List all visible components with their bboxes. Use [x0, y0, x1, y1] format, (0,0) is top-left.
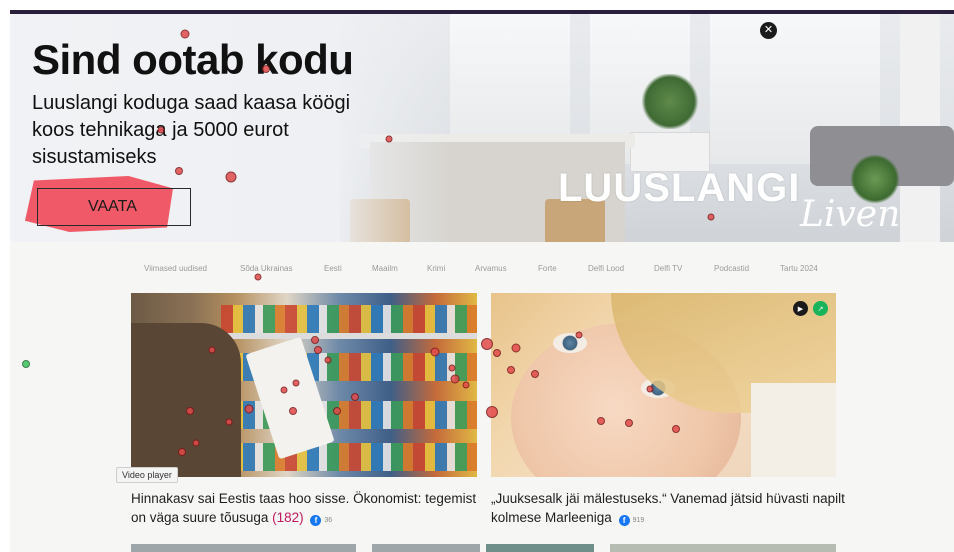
gaze-marker — [625, 419, 633, 427]
gaze-marker — [175, 167, 183, 175]
video-player-tooltip: Video player — [116, 467, 178, 483]
nav-item-podcastid[interactable]: Podcastid — [714, 264, 749, 273]
gaze-marker — [208, 346, 216, 354]
gaze-marker — [225, 418, 233, 426]
trending-icon[interactable]: ↗ — [813, 301, 828, 316]
gaze-marker — [462, 381, 470, 389]
product-row — [221, 401, 477, 429]
product-row — [221, 305, 477, 333]
gaze-marker — [262, 65, 270, 73]
product-row — [221, 443, 477, 471]
article-title[interactable]: Hinnakasv sai Eestis taas hoo sisse. Öko… — [131, 491, 476, 525]
gaze-marker — [575, 331, 583, 339]
gaze-marker — [186, 407, 194, 415]
gaze-marker — [493, 349, 501, 357]
brand-logo-script: Liven — [800, 194, 901, 235]
gaze-marker — [646, 385, 654, 393]
gaze-marker-current — [22, 360, 30, 368]
news-page: Viimased uudised Sõda Ukrainas Eesti Maa… — [10, 242, 954, 552]
shelf — [221, 333, 477, 339]
gaze-marker — [481, 338, 493, 350]
gaze-marker — [385, 135, 393, 143]
gaze-marker — [192, 439, 200, 447]
article-title[interactable]: „Juuksesalk jäi mälestuseks.“ Vanemad jä… — [491, 491, 845, 525]
gaze-marker — [180, 29, 190, 39]
article-thumbnail[interactable] — [610, 544, 836, 552]
nav-item-viimased-uudised[interactable]: Viimased uudised — [144, 264, 207, 273]
gaze-marker — [450, 374, 460, 384]
comment-count[interactable]: (182) — [272, 510, 304, 525]
gaze-marker — [351, 393, 359, 401]
gaze-marker — [707, 213, 715, 221]
play-icon[interactable]: ▶ — [793, 301, 808, 316]
nav-item-maailm[interactable]: Maailm — [372, 264, 398, 273]
vaata-button[interactable]: VAATA — [37, 188, 191, 226]
gaze-marker — [292, 379, 300, 387]
article-image-child[interactable] — [491, 293, 836, 477]
article-headline[interactable]: Hinnakasv sai Eestis taas hoo sisse. Öko… — [131, 489, 481, 530]
gaze-marker — [311, 336, 319, 344]
gaze-marker — [430, 347, 440, 357]
gaze-marker — [157, 126, 165, 134]
facebook-icon: f — [310, 515, 322, 526]
gaze-marker — [178, 448, 186, 456]
nav-item-arvamus[interactable]: Arvamus — [475, 264, 507, 273]
nav-item-krimi[interactable]: Krimi — [427, 264, 445, 273]
gaze-marker — [333, 407, 341, 415]
article-thumbnail[interactable] — [486, 544, 594, 552]
nav-item-tartu-2024[interactable]: Tartu 2024 — [780, 264, 818, 273]
plant — [640, 74, 700, 129]
facebook-share-count: 919 — [632, 517, 645, 524]
gaze-marker — [511, 343, 521, 353]
pillow — [751, 383, 836, 477]
gaze-marker — [314, 346, 322, 354]
gaze-marker — [448, 364, 456, 372]
close-icon[interactable]: ✕ — [760, 22, 777, 39]
coat-sleeve — [131, 323, 241, 477]
nav-item-delfi-tv[interactable]: Delfi TV — [654, 264, 682, 273]
banner-headline: Sind ootab kodu — [32, 36, 354, 83]
gaze-marker — [531, 370, 539, 378]
gaze-marker — [597, 417, 605, 425]
gaze-marker — [486, 406, 498, 418]
gaze-marker — [254, 273, 262, 281]
article-headline[interactable]: „Juuksesalk jäi mälestuseks.“ Vanemad jä… — [491, 489, 851, 530]
gaze-marker — [289, 407, 297, 415]
gaze-marker — [280, 386, 288, 394]
gaze-marker — [244, 404, 254, 414]
gaze-marker — [507, 366, 515, 374]
gaze-marker — [225, 171, 237, 183]
nav-item-soda-ukrainas[interactable]: Sõda Ukrainas — [240, 264, 292, 273]
banner-subtext: Luuslangi koduga saad kaasa köögi koos t… — [32, 92, 351, 168]
facebook-icon: f — [618, 515, 630, 526]
nav-item-forte[interactable]: Forte — [538, 264, 557, 273]
gaze-marker — [672, 425, 680, 433]
facebook-share-count: 36 — [324, 517, 333, 524]
category-nav: Viimased uudised Sõda Ukrainas Eesti Maa… — [10, 264, 954, 280]
banner-ad[interactable]: Sind ootab kodu Luuslangi koduga saad ka… — [10, 14, 954, 242]
nav-item-delfi-lood[interactable]: Delfi Lood — [588, 264, 624, 273]
article-thumbnail[interactable] — [131, 544, 356, 552]
gaze-marker — [324, 356, 332, 364]
brand-logo-text: LUUSLANGI — [558, 166, 801, 210]
article-thumbnail[interactable] — [372, 544, 480, 552]
nav-item-eesti[interactable]: Eesti — [324, 264, 342, 273]
